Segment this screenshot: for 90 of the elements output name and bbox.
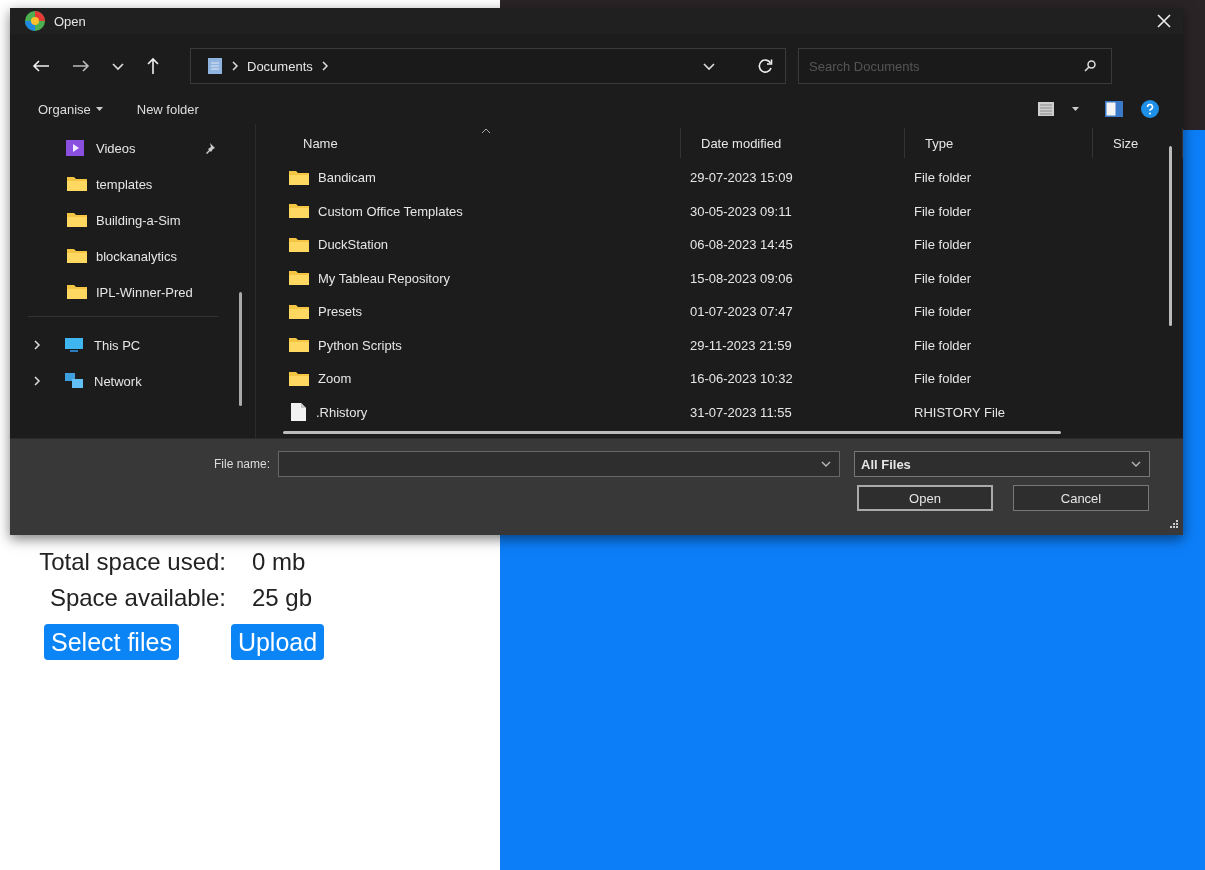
- upload-button[interactable]: Upload: [230, 624, 325, 660]
- up-arrow-icon[interactable]: [146, 57, 160, 75]
- file-name-field[interactable]: [278, 451, 840, 477]
- back-arrow-icon[interactable]: [32, 59, 50, 73]
- folder-icon: [66, 175, 88, 193]
- file-name[interactable]: DuckStation: [318, 237, 389, 253]
- sidebar-item[interactable]: IPL-Winner-Pred: [10, 274, 230, 310]
- type-cell-text: File folder: [913, 337, 973, 353]
- network-icon: [64, 372, 86, 390]
- window-title: Open: [54, 13, 86, 29]
- folder-icon: [288, 302, 310, 321]
- file-icon: [288, 402, 308, 423]
- chevron-icon: [320, 61, 329, 71]
- recent-dropdown-icon[interactable]: [112, 61, 124, 71]
- documents-icon: [207, 57, 223, 75]
- dropdown-icon: [1131, 460, 1141, 468]
- chevron-icon: [231, 61, 239, 71]
- open-button[interactable]: Open: [857, 485, 993, 511]
- breadcrumb-item[interactable]: Documents: [247, 58, 313, 74]
- app-icon: [24, 10, 46, 32]
- forward-arrow-icon[interactable]: [72, 59, 90, 73]
- type-cell-text: File folder: [913, 203, 973, 219]
- sidebar-item[interactable]: Videos: [10, 130, 230, 166]
- date-cell-text: 15-08-2023 09:06: [689, 270, 794, 286]
- column-header[interactable]: Name: [283, 128, 681, 158]
- date-cell-text: 29-07-2023 15:09: [689, 170, 794, 186]
- refresh-icon[interactable]: [757, 58, 773, 74]
- file-name[interactable]: My Tableau Repository: [318, 270, 450, 286]
- sidebar-item[interactable]: templates: [10, 166, 230, 202]
- stat-label: Total space used:: [39, 548, 227, 576]
- field-label: File name:: [212, 457, 271, 471]
- date-cell-text: 16-06-2023 10:32: [689, 371, 794, 387]
- folder-icon: [66, 283, 88, 301]
- dropdown-icon[interactable]: [703, 61, 715, 71]
- sort-caret-icon: [481, 128, 491, 133]
- scrollbar[interactable]: [239, 292, 242, 406]
- type-cell-text: RHISTORY File: [913, 404, 1007, 420]
- folder-icon: [288, 235, 310, 254]
- preview-pane-icon[interactable]: [1105, 101, 1123, 117]
- resize-grip-icon[interactable]: [1169, 519, 1179, 529]
- scrollbar[interactable]: [283, 431, 1061, 434]
- type-cell-text: File folder: [913, 270, 973, 286]
- type-cell-text: File folder: [913, 371, 973, 387]
- date-cell-text: 31-07-2023 11:55: [689, 404, 793, 420]
- help-icon[interactable]: [1141, 100, 1159, 118]
- column-header[interactable]: Type: [905, 128, 1093, 158]
- date-cell-text: 06-08-2023 14:45: [689, 237, 794, 253]
- type-cell-text: File folder: [913, 304, 973, 320]
- stat-value: 0 mb: [252, 548, 307, 576]
- close-icon[interactable]: [1157, 14, 1171, 28]
- dropdown-icon[interactable]: [821, 460, 831, 468]
- folder-icon: [288, 269, 310, 288]
- type-cell-text: File folder: [913, 170, 973, 186]
- computer-icon: [64, 336, 86, 354]
- new-folder-button[interactable]: New folder: [128, 97, 207, 121]
- type-cell-text: File folder: [913, 237, 973, 253]
- sidebar-item[interactable]: This PC: [10, 327, 230, 363]
- date-cell-text: 29-11-2023 21:59: [689, 337, 793, 353]
- scrollbar[interactable]: [1169, 146, 1172, 326]
- file-name[interactable]: Python Scripts: [318, 337, 402, 353]
- select-files-button[interactable]: Select files: [44, 624, 179, 660]
- cancel-button[interactable]: Cancel: [1013, 485, 1149, 511]
- file-name[interactable]: Bandicam: [318, 170, 376, 186]
- sidebar-item[interactable]: Building-a-Sim: [10, 202, 230, 238]
- sidebar-item[interactable]: Network: [10, 363, 230, 399]
- expand-chevron-icon[interactable]: [32, 376, 42, 386]
- search-icon[interactable]: [1084, 60, 1096, 72]
- stat-value: 25 gb: [252, 584, 314, 612]
- folder-icon: [288, 168, 310, 187]
- file-type-dropdown[interactable]: All Files: [854, 451, 1150, 477]
- address-bar[interactable]: Documents: [190, 48, 786, 84]
- sidebar-item[interactable]: blockanalytics: [10, 238, 230, 274]
- file-name[interactable]: Custom Office Templates: [318, 203, 463, 219]
- organise-menu-button[interactable]: Organise: [30, 97, 111, 121]
- column-header[interactable]: Date modified: [681, 128, 905, 158]
- date-cell-text: 30-05-2023 09:11: [689, 203, 793, 219]
- file-name[interactable]: .Rhistory: [316, 404, 368, 420]
- file-name[interactable]: Zoom: [318, 371, 352, 387]
- search-field[interactable]: Search Documents: [798, 48, 1112, 84]
- folder-icon: [66, 247, 88, 265]
- folder-icon: [66, 211, 88, 229]
- caret-icon[interactable]: [1072, 107, 1079, 111]
- folder-icon: [288, 202, 310, 221]
- caret-icon: [95, 107, 103, 111]
- folder-icon: [288, 336, 310, 355]
- folder-icon: [288, 369, 310, 388]
- expand-chevron-icon[interactable]: [32, 340, 42, 350]
- stat-label: Space available:: [49, 584, 227, 612]
- file-name[interactable]: Presets: [318, 304, 363, 320]
- date-cell-text: 01-07-2023 07:47: [689, 304, 794, 320]
